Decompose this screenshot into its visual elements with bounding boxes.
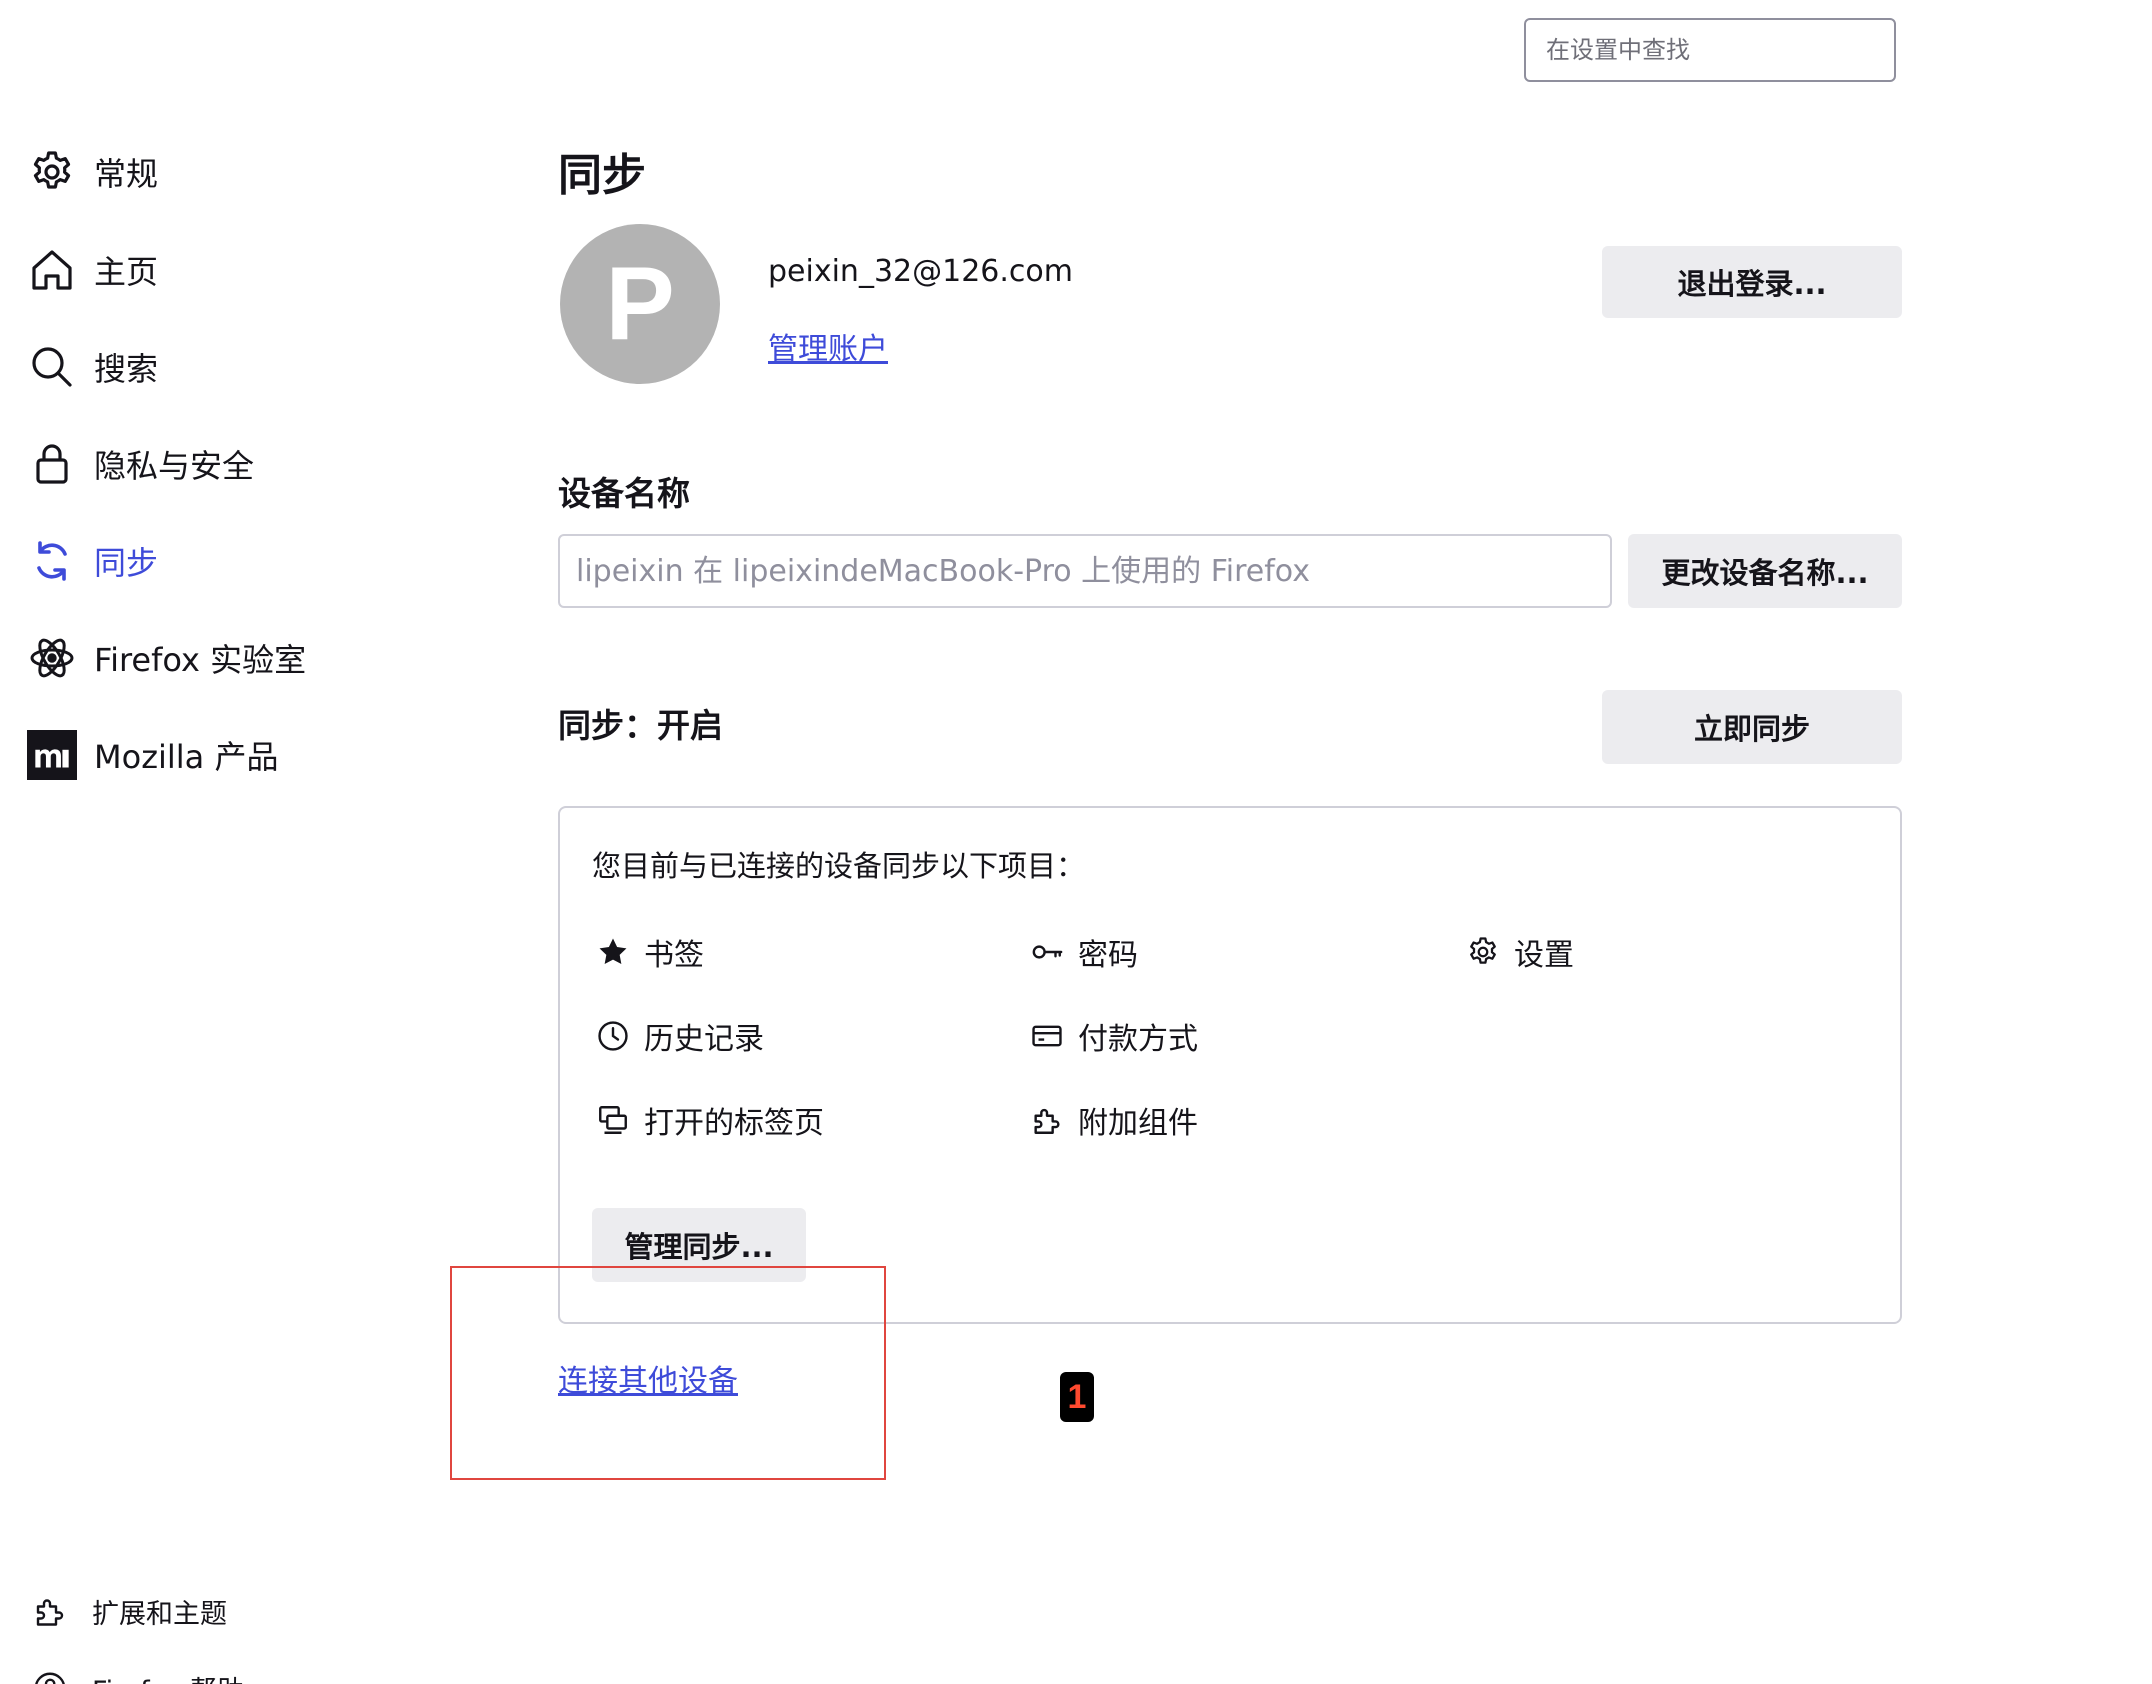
engine-label: 设置 [1514, 938, 1574, 973]
sidebar-item-label: 搜索 [94, 350, 159, 388]
account-email: peixin_32@126.com [768, 254, 1073, 289]
sidebar-item-general[interactable]: 常规 [26, 142, 158, 202]
avatar: P [560, 224, 720, 384]
mozilla-icon [26, 729, 78, 781]
sidebar-item-label: Mozilla 产品 [94, 738, 279, 776]
sidebar-item-labs[interactable]: Firefox 实验室 [26, 628, 306, 688]
sync-now-button[interactable]: 立即同步 [1602, 690, 1902, 764]
annotation-badge: 1 [1060, 1372, 1094, 1422]
engine-label: 附加组件 [1078, 1106, 1198, 1141]
sync-engine-addons: 附加组件 [1028, 1095, 1198, 1145]
sidebar-item-label: Firefox 实验室 [94, 641, 307, 679]
device-name-field[interactable] [558, 534, 1612, 608]
engine-label: 密码 [1078, 938, 1138, 973]
key-icon [1028, 933, 1066, 971]
engine-label: 历史记录 [644, 1022, 764, 1057]
search-icon [26, 341, 78, 393]
gear-icon [26, 146, 78, 198]
sidebar-item-label: 常规 [94, 155, 159, 193]
star-icon [594, 933, 632, 971]
device-name-input[interactable] [574, 552, 1596, 590]
help-icon [30, 1668, 70, 1684]
credit-card-icon [1028, 1017, 1066, 1055]
manage-account-link[interactable]: 管理账户 [768, 330, 888, 370]
sidebar-item-label: 同步 [94, 544, 159, 582]
manage-sync-button[interactable]: 管理同步... [592, 1208, 806, 1282]
search-input[interactable] [1544, 35, 1876, 65]
engine-label: 书签 [644, 938, 704, 973]
sidebar-item-label: 扩展和主题 [92, 1598, 227, 1630]
sidebar-item-sync[interactable]: 同步 [26, 531, 158, 591]
clock-icon [594, 1017, 632, 1055]
sign-out-button[interactable]: 退出登录... [1602, 246, 1902, 318]
sidebar-item-privacy[interactable]: 隐私与安全 [26, 434, 254, 494]
sidebar-item-addons[interactable]: 扩展和主题 [30, 1586, 227, 1636]
sidebar-item-help[interactable]: Firefox 帮助 [30, 1663, 244, 1684]
sidebar-item-search[interactable]: 搜索 [26, 337, 158, 397]
sync-card-description: 您目前与已连接的设备同步以下项目： [592, 849, 1086, 883]
connect-another-device-link[interactable]: 连接其他设备 [558, 1362, 738, 1402]
puzzle-icon [30, 1591, 70, 1631]
device-name-heading: 设备名称 [558, 474, 690, 513]
sync-status-heading: 同步：开启 [558, 706, 723, 745]
change-device-name-button[interactable]: 更改设备名称... [1628, 534, 1902, 608]
lock-icon [26, 438, 78, 490]
sidebar-item-label: Firefox 帮助 [92, 1669, 244, 1684]
puzzle-icon [1028, 1101, 1066, 1139]
engine-label: 打开的标签页 [644, 1106, 824, 1141]
sync-engines-card: 您目前与已连接的设备同步以下项目： 书签 密码 设置 历史记录 付款方式 打开的… [558, 806, 1902, 1324]
gear-icon [1464, 933, 1502, 971]
sync-engine-payment-methods: 付款方式 [1028, 1011, 1198, 1061]
sidebar-item-mozilla[interactable]: Mozilla 产品 [26, 725, 278, 785]
sync-engine-settings: 设置 [1464, 927, 1574, 977]
home-icon [26, 244, 78, 296]
sync-icon [26, 535, 78, 587]
sync-engine-bookmarks: 书签 [594, 927, 704, 977]
page-title: 同步 [558, 150, 646, 201]
engine-label: 付款方式 [1078, 1022, 1198, 1057]
sidebar-item-label: 隐私与安全 [94, 447, 255, 485]
settings-search[interactable] [1524, 18, 1896, 82]
tabs-icon [594, 1101, 632, 1139]
sync-engine-history: 历史记录 [594, 1011, 764, 1061]
labs-icon [26, 632, 78, 684]
sidebar-item-home[interactable]: 主页 [26, 240, 158, 300]
settings-page: 常规 主页 搜索 [0, 0, 2152, 1684]
sidebar-item-label: 主页 [94, 253, 159, 291]
sync-engine-open-tabs: 打开的标签页 [594, 1095, 824, 1145]
sync-engine-passwords: 密码 [1028, 927, 1138, 977]
